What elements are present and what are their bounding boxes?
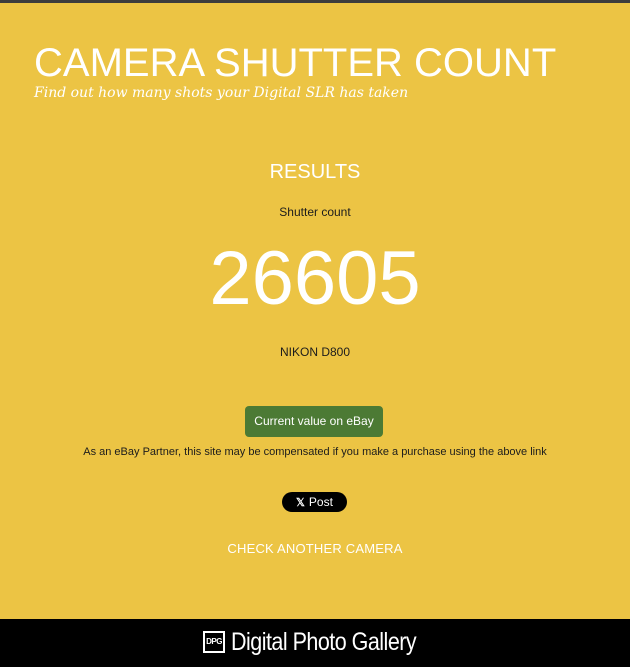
check-another-camera-link[interactable]: CHECK ANOTHER CAMERA [0, 541, 630, 556]
shutter-count-value: 26605 [209, 236, 421, 321]
footer: DPG Digital Photo Gallery [0, 619, 630, 667]
site-title[interactable]: CAMERA SHUTTER COUNT [34, 40, 556, 86]
x-post-label: Post [308, 495, 333, 509]
ebay-value-button[interactable]: Current value on eBay [245, 406, 383, 437]
footer-brand-name: Digital Photo Gallery [231, 628, 417, 656]
results-heading: RESULTS [269, 161, 361, 183]
top-border [0, 0, 630, 3]
ebay-partner-disclosure: As an eBay Partner, this site may be com… [83, 446, 547, 458]
x-post-button[interactable]: 𝕏 Post [282, 492, 347, 512]
shutter-count-label: Shutter count [279, 205, 351, 219]
camera-model: NIKON D800 [279, 345, 351, 359]
x-logo-icon: 𝕏 [296, 497, 305, 509]
footer-logo[interactable]: DPG Digital Photo Gallery [203, 628, 446, 656]
dpg-logo-icon: DPG [203, 631, 225, 653]
site-tagline: Find out how many shots your Digital SLR… [34, 85, 409, 101]
